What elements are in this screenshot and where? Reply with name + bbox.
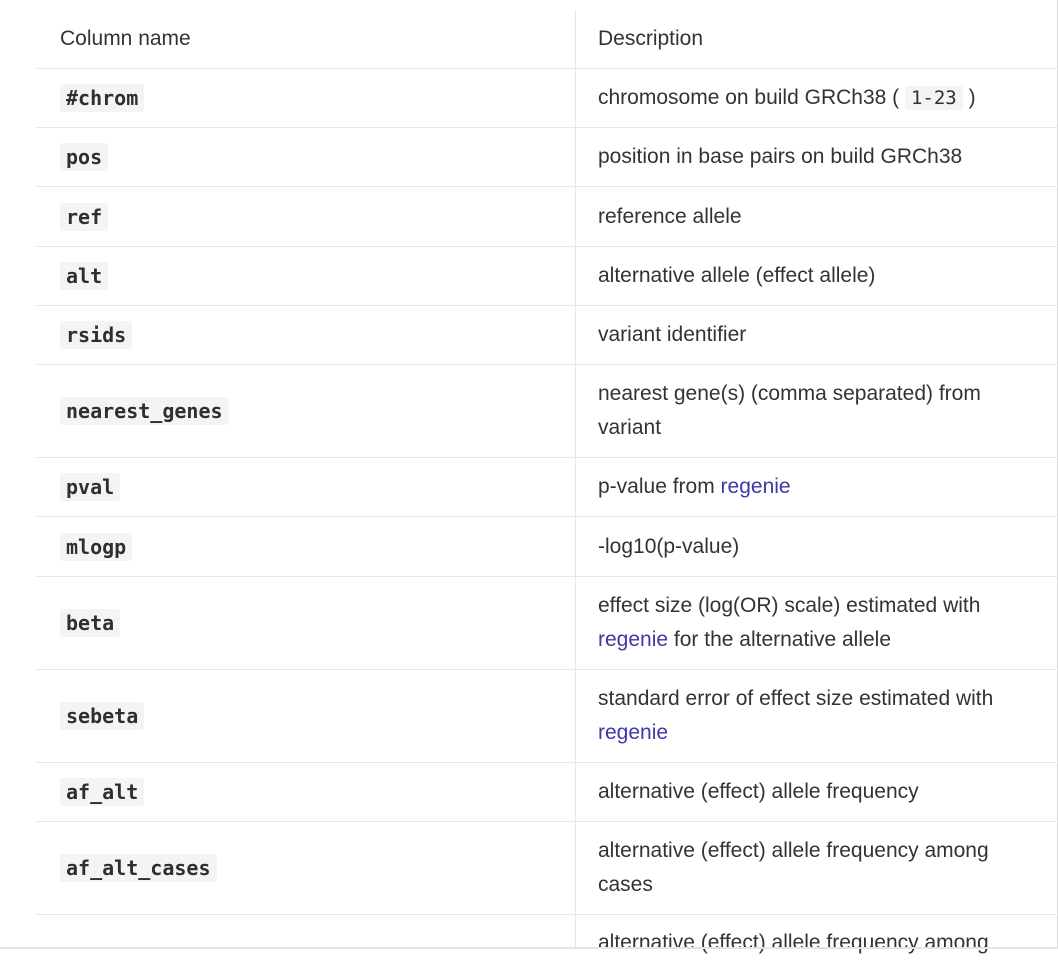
table-row: pval p-value from regenie xyxy=(36,458,1058,517)
description-text: alternative (effect) allele frequency am… xyxy=(598,839,989,896)
column-name-code: alt xyxy=(60,262,109,290)
chromosome-range-code: 1-23 xyxy=(904,86,963,110)
table-row: af_alt alternative (effect) allele frequ… xyxy=(36,763,1058,822)
table-row: pos position in base pairs on build GRCh… xyxy=(36,128,1058,187)
regenie-link[interactable]: regenie xyxy=(598,721,668,744)
description-text: nearest gene(s) (comma separated) from v… xyxy=(598,382,981,439)
column-name-code: af_alt_cases xyxy=(60,854,217,882)
column-name-code: beta xyxy=(60,609,121,637)
column-name-code: mlogp xyxy=(60,532,133,561)
description-text: alternative allele (effect allele) xyxy=(598,264,876,287)
table-row: rsids variant identifier xyxy=(36,306,1058,365)
column-name-code: af_alt xyxy=(60,778,145,806)
table-row: alt alternative allele (effect allele) xyxy=(36,247,1058,306)
description-text: effect size (log(OR) scale) estimated wi… xyxy=(598,594,981,651)
table-row: mlogp -log10(p-value) xyxy=(36,517,1058,577)
description-text: -log10(p-value) xyxy=(598,534,740,558)
table-row: beta effect size (log(OR) scale) estimat… xyxy=(36,577,1058,670)
description-text: alternative (effect) allele frequency xyxy=(598,780,919,803)
table-row: ref reference allele xyxy=(36,187,1058,247)
description-text: standard error of effect size estimated … xyxy=(598,687,994,744)
table-row: af_alt_cases alternative (effect) allele… xyxy=(36,822,1058,915)
table-header-row: Column name Description xyxy=(36,10,1058,69)
column-name-code: #chrom xyxy=(60,84,145,112)
column-name-code: ref xyxy=(60,202,109,231)
column-name-code: rsids xyxy=(60,321,133,349)
column-name-code: pval xyxy=(60,473,121,501)
header-column-name: Column name xyxy=(60,27,191,50)
description-text: variant identifier xyxy=(598,323,747,346)
table-row: sebeta standard error of effect size est… xyxy=(36,670,1058,763)
table-row: nearest_genes nearest gene(s) (comma sep… xyxy=(36,365,1058,458)
table-row: alternative (effect) allele frequency am… xyxy=(36,915,1058,975)
header-description: Description xyxy=(598,27,704,50)
description-text: position in base pairs on build GRCh38 xyxy=(598,145,963,168)
description-text: alternative (effect) allele frequency am… xyxy=(598,931,989,954)
regenie-link[interactable]: regenie xyxy=(721,475,791,498)
description-text: chromosome on build GRCh38 ( 1-23 ) xyxy=(598,86,976,110)
description-text: p-value from regenie xyxy=(598,475,791,498)
regenie-link[interactable]: regenie xyxy=(598,628,668,651)
column-name-code: sebeta xyxy=(60,702,145,730)
column-name-code: nearest_genes xyxy=(60,397,229,425)
column-name-code: pos xyxy=(60,143,109,171)
table-row: #chrom chromosome on build GRCh38 ( 1-23… xyxy=(36,69,1058,128)
description-text: reference allele xyxy=(598,204,742,228)
